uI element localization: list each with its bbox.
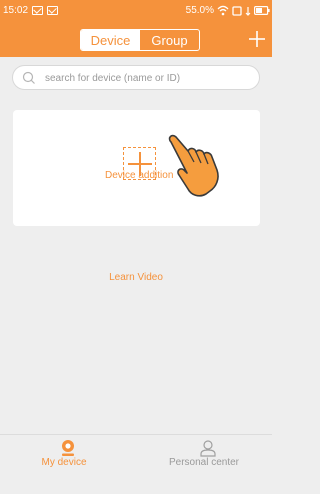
status-bar: 15:02 55.0% <box>0 0 272 22</box>
search-input[interactable] <box>45 69 250 87</box>
tab-device[interactable]: Device <box>81 30 140 50</box>
tab-group-label: Group <box>151 32 188 48</box>
search-icon <box>22 71 35 84</box>
person-icon <box>200 440 216 457</box>
screen-icon <box>232 5 242 16</box>
search-bar <box>12 65 260 90</box>
bottom-navigation: My device Personal center <box>0 434 272 494</box>
message-icon <box>32 6 43 15</box>
battery-icon <box>254 6 270 15</box>
camera-icon <box>62 440 74 456</box>
nav-personal-center-label: Personal center <box>168 457 240 468</box>
battery-percentage: 55.0% <box>185 5 214 16</box>
nav-my-device-label: My device <box>41 457 87 468</box>
tab-group[interactable]: Group <box>140 30 199 50</box>
tab-device-label: Device <box>90 32 131 48</box>
add-device-button[interactable] <box>248 30 266 48</box>
nav-my-device[interactable]: My device <box>0 435 136 494</box>
sync-icon <box>245 6 251 16</box>
learn-video-link[interactable]: Learn Video <box>0 272 272 283</box>
device-addition-card[interactable]: Device addition <box>13 110 260 226</box>
status-right-group: 55.0% <box>186 5 270 16</box>
nav-personal-center[interactable]: Personal center <box>136 435 272 494</box>
wifi-icon <box>217 5 229 16</box>
status-time: 15:02 <box>3 5 29 16</box>
message-icon <box>47 6 58 15</box>
hand-pointer-icon <box>168 134 219 197</box>
app-header: 15:02 55.0% Device Group <box>0 0 272 57</box>
device-group-switch: Device Group <box>80 29 200 51</box>
